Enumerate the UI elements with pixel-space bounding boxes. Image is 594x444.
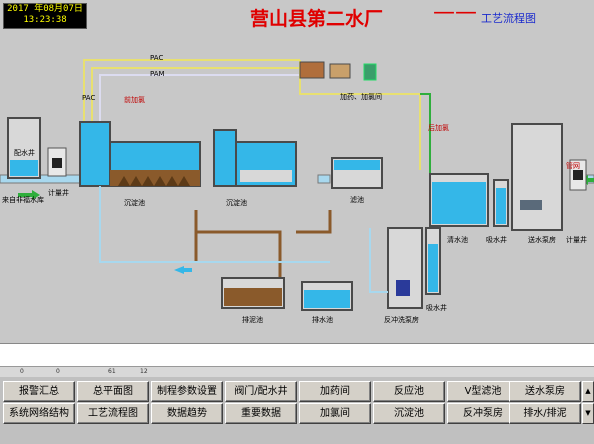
label-backwash-suction: 吸水井 (426, 303, 447, 312)
page-title: 营山县第二水厂 (250, 8, 384, 30)
label-post-chlorine: 后加氯 (428, 123, 449, 132)
label-pac-v: PAC (82, 94, 95, 102)
pac-line (83, 59, 300, 122)
label-suction-well: 吸水井 (486, 235, 507, 244)
label-filter: 滤池 (350, 195, 364, 204)
label-raw-well: 配水井 (14, 148, 35, 157)
sludge-pipes (194, 210, 332, 280)
raw-water-well (7, 117, 67, 179)
label-pam: PAM (150, 70, 165, 78)
label-sed-tank-1: 沉淀池 (124, 198, 145, 207)
label-dosing-room: 加药、加氯间 (340, 92, 382, 101)
nav-btn-alarm[interactable]: 报警汇总 (3, 381, 75, 402)
label-sed-tank-2: 沉淀池 (226, 198, 247, 207)
drain-arrow (174, 266, 192, 274)
label-drain-tank: 排水池 (312, 315, 333, 324)
nav-btn-dosing[interactable]: 加药间 (299, 381, 371, 402)
nav-btn-delivery[interactable]: 送水泵房 (509, 381, 581, 402)
label-pipe-network: 管网 (566, 161, 580, 170)
drain-tank (301, 281, 353, 311)
drain-pipe (99, 186, 330, 263)
time-text: 13:23:38 (23, 15, 67, 25)
label-sludge-tank: 排泥池 (242, 315, 263, 324)
nav-btn-drain[interactable]: 排水/排泥 (509, 403, 581, 424)
date-text: 2017 年08月07日 (7, 4, 83, 14)
suction-well (493, 179, 509, 227)
nav-btn-key-data[interactable]: 重要数据 (225, 403, 297, 424)
tool-strip-value-3: 61 (108, 368, 116, 375)
tool-strip-value-1: 0 (20, 368, 24, 375)
label-pre-chlorine: 前加氯 (124, 95, 145, 104)
pac-line-2 (91, 67, 300, 122)
nav-btn-overview[interactable]: 总平面图 (77, 381, 149, 402)
nav-btn-trend[interactable]: 数据趋势 (151, 403, 223, 424)
page-subtitle: 工艺流程图 (481, 12, 536, 25)
nav-btn-network[interactable]: 系统网络结构 (3, 403, 75, 424)
sludge-tank (221, 277, 285, 309)
label-backwash-pump: 反冲洗泵房 (384, 315, 419, 324)
sedimentation-tank-1 (79, 121, 201, 187)
nav-btn-reaction[interactable]: 反应池 (373, 381, 445, 402)
navigation-panel: 报警汇总 总平面图 制程参数设置 阀门/配水井 加药间 反应池 V型滤池 送水泵… (0, 377, 594, 444)
status-bar (0, 343, 594, 366)
label-water-source: 来自非福水库 (2, 195, 44, 204)
nav-btn-params[interactable]: 制程参数设置 (151, 381, 223, 402)
datetime-display: 2017 年08月07日 13:23:38 (3, 3, 87, 29)
nav-btn-chlorine[interactable]: 加氯间 (299, 403, 371, 424)
backwash-pump-house (369, 227, 441, 309)
process-diagram: 配水井 来自非福水库 计量井 沉淀池 PAC PAC PAM 前加氯 沉淀池 滤… (0, 54, 594, 324)
label-delivery-pump: 送水泵房 (528, 235, 556, 244)
label-meter-well-out: 计量井 (566, 235, 587, 244)
tool-strip-value-4: 12 (140, 368, 148, 375)
label-meter-well-in: 计量井 (48, 188, 69, 197)
label-clear-well: 清水池 (447, 235, 468, 244)
nav-btn-process[interactable]: 工艺流程图 (77, 403, 149, 424)
tool-strip-value-2: 0 (56, 368, 60, 375)
nav-btn-sedimentation[interactable]: 沉淀池 (373, 403, 445, 424)
sedimentation-tank-2 (213, 129, 297, 187)
nav-btn-valve[interactable]: 阀门/配水井 (225, 381, 297, 402)
title-dash: —— (433, 0, 477, 25)
scroll-down-button[interactable]: ▼ (582, 403, 594, 424)
delivery-pump-house (511, 123, 587, 231)
clear-water-tank (429, 173, 489, 227)
label-pac: PAC (150, 54, 163, 62)
filter-tank (331, 157, 383, 189)
chlorine-line (420, 93, 431, 180)
dosing-room (299, 61, 377, 81)
scroll-up-button[interactable]: ▲ (582, 381, 594, 402)
